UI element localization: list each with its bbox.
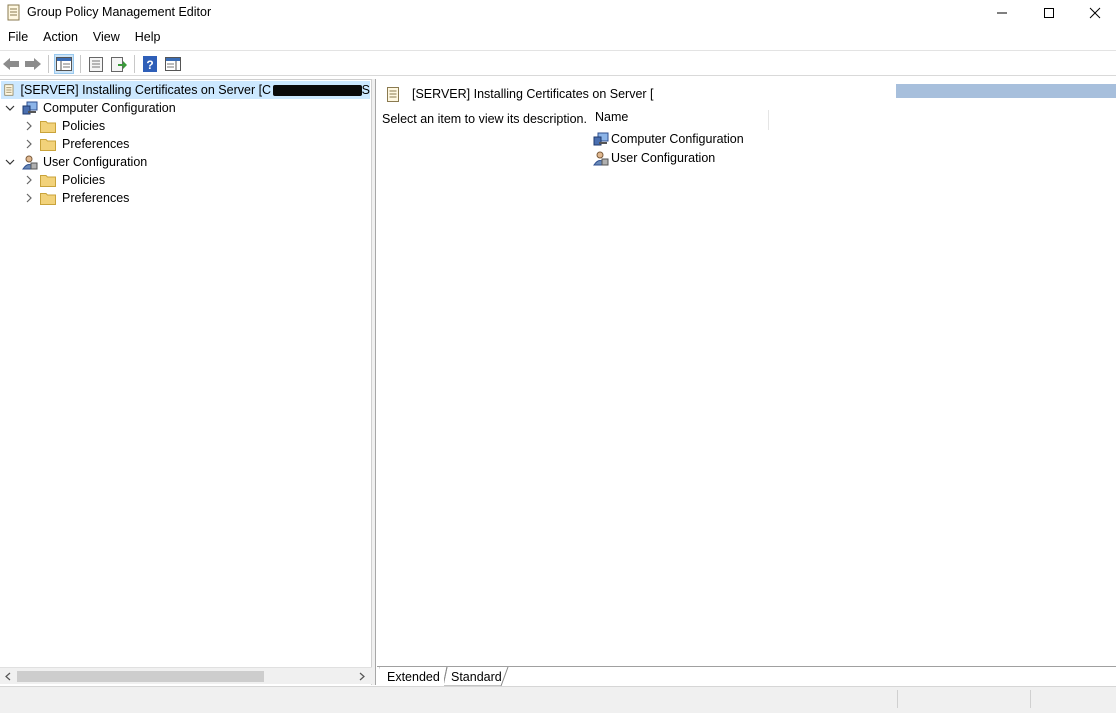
maximize-button[interactable] (1026, 0, 1072, 26)
tree-item-user-configuration[interactable]: User Configuration (4, 153, 147, 171)
tree-label: Computer Configuration (43, 101, 176, 115)
toolbar: ? (0, 50, 1116, 76)
export-list-button[interactable] (109, 54, 129, 74)
details-header-title: [SERVER] Installing Certificates on Serv… (412, 87, 654, 101)
pane-splitter[interactable] (372, 79, 376, 685)
tree-item-user-policies[interactable]: Policies (23, 171, 105, 189)
tree-item-computer-preferences[interactable]: Preferences (23, 135, 129, 153)
computer-configuration-icon (22, 101, 38, 115)
show-action-pane-button[interactable] (163, 54, 183, 74)
chevron-down-icon[interactable] (4, 156, 16, 168)
close-button[interactable] (1072, 0, 1116, 26)
redacted-text (273, 84, 362, 96)
details-pane: [SERVER] Installing Certificates on Serv… (377, 79, 1116, 666)
tree-label: Preferences (62, 137, 130, 151)
action-pane-icon (165, 57, 181, 71)
tab-standard-label: Standard (451, 669, 502, 684)
properties-icon (89, 56, 103, 72)
back-arrow-icon (3, 58, 19, 70)
chevron-right-icon[interactable] (23, 120, 35, 132)
chevron-down-icon[interactable] (4, 102, 16, 114)
help-button[interactable]: ? (140, 54, 160, 74)
tree-item-user-preferences[interactable]: Preferences (23, 189, 129, 207)
folder-icon (40, 120, 56, 133)
list-item-computer-configuration[interactable]: Computer Configuration (593, 130, 744, 148)
menu-action[interactable]: Action (35, 27, 85, 48)
status-separator (897, 690, 898, 708)
tab-standard[interactable]: Standard (443, 667, 509, 686)
forward-arrow-icon (25, 58, 41, 70)
folder-icon (40, 192, 56, 205)
tab-extended[interactable]: Extended (380, 667, 444, 686)
menu-file[interactable]: File (0, 27, 35, 48)
status-bar (0, 686, 1116, 713)
tree-label: Policies (62, 119, 106, 133)
help-icon: ? (143, 56, 157, 72)
list-item-label: User Configuration (611, 151, 716, 165)
menu-help[interactable]: Help (127, 27, 168, 48)
chevron-right-icon[interactable] (23, 174, 35, 186)
tree-label: Policies (62, 173, 106, 187)
view-tabs: Extended Standard (377, 666, 1116, 687)
console-tree-icon (56, 57, 72, 71)
tree-item-computer-configuration[interactable]: Computer Configuration (4, 99, 176, 117)
menu-bar: File Action View Help (0, 27, 1116, 48)
title-bar: Group Policy Management Editor (0, 0, 1116, 26)
tree-root-label: [SERVER] Installing Certificates on Serv… (20, 83, 272, 97)
gpo-document-icon (4, 84, 14, 96)
close-icon (1089, 7, 1101, 19)
tree-label: Preferences (62, 191, 130, 205)
window-title: Group Policy Management Editor (27, 5, 212, 19)
tab-extended-label: Extended (387, 669, 440, 684)
show-hide-console-tree-button[interactable] (54, 54, 74, 74)
scroll-left-icon[interactable] (3, 671, 13, 682)
maximize-icon (1044, 8, 1054, 18)
forward-button[interactable] (23, 54, 43, 74)
scroll-right-icon[interactable] (357, 671, 367, 682)
details-header: [SERVER] Installing Certificates on Serv… (377, 82, 896, 106)
back-button[interactable] (1, 54, 21, 74)
chevron-right-icon[interactable] (23, 192, 35, 204)
tree-item-computer-policies[interactable]: Policies (23, 117, 105, 135)
scrollbar-thumb[interactable] (17, 671, 264, 682)
minimize-icon (997, 12, 1007, 14)
list-item-label: Computer Configuration (611, 132, 744, 146)
export-list-icon (111, 56, 127, 72)
user-configuration-icon (22, 155, 38, 169)
tree-root-trailing: S (361, 83, 370, 97)
folder-icon (40, 138, 56, 151)
console-tree[interactable]: [SERVER] Installing Certificates on Serv… (0, 79, 372, 685)
properties-button[interactable] (86, 54, 106, 74)
description-text: Select an item to view its description. (382, 112, 587, 126)
toolbar-separator (134, 55, 135, 73)
user-configuration-icon (593, 151, 609, 165)
computer-configuration-icon (593, 132, 609, 146)
list-item-user-configuration[interactable]: User Configuration (593, 149, 715, 167)
tree-horizontal-scrollbar[interactable] (0, 667, 372, 684)
column-header-label: Name (595, 110, 629, 124)
chevron-right-icon[interactable] (23, 138, 35, 150)
menu-view[interactable]: View (85, 27, 127, 48)
tree-label: User Configuration (43, 155, 148, 169)
svg-text:?: ? (146, 58, 153, 72)
minimize-button[interactable] (979, 0, 1025, 26)
tree-root-gpo[interactable]: [SERVER] Installing Certificates on Serv… (1, 81, 370, 99)
toolbar-separator (48, 55, 49, 73)
column-header-name[interactable]: Name (595, 110, 769, 130)
gpo-document-icon (387, 86, 399, 102)
folder-icon (40, 174, 56, 187)
toolbar-separator (80, 55, 81, 73)
gpo-document-icon (7, 4, 20, 21)
status-separator (1030, 690, 1031, 708)
